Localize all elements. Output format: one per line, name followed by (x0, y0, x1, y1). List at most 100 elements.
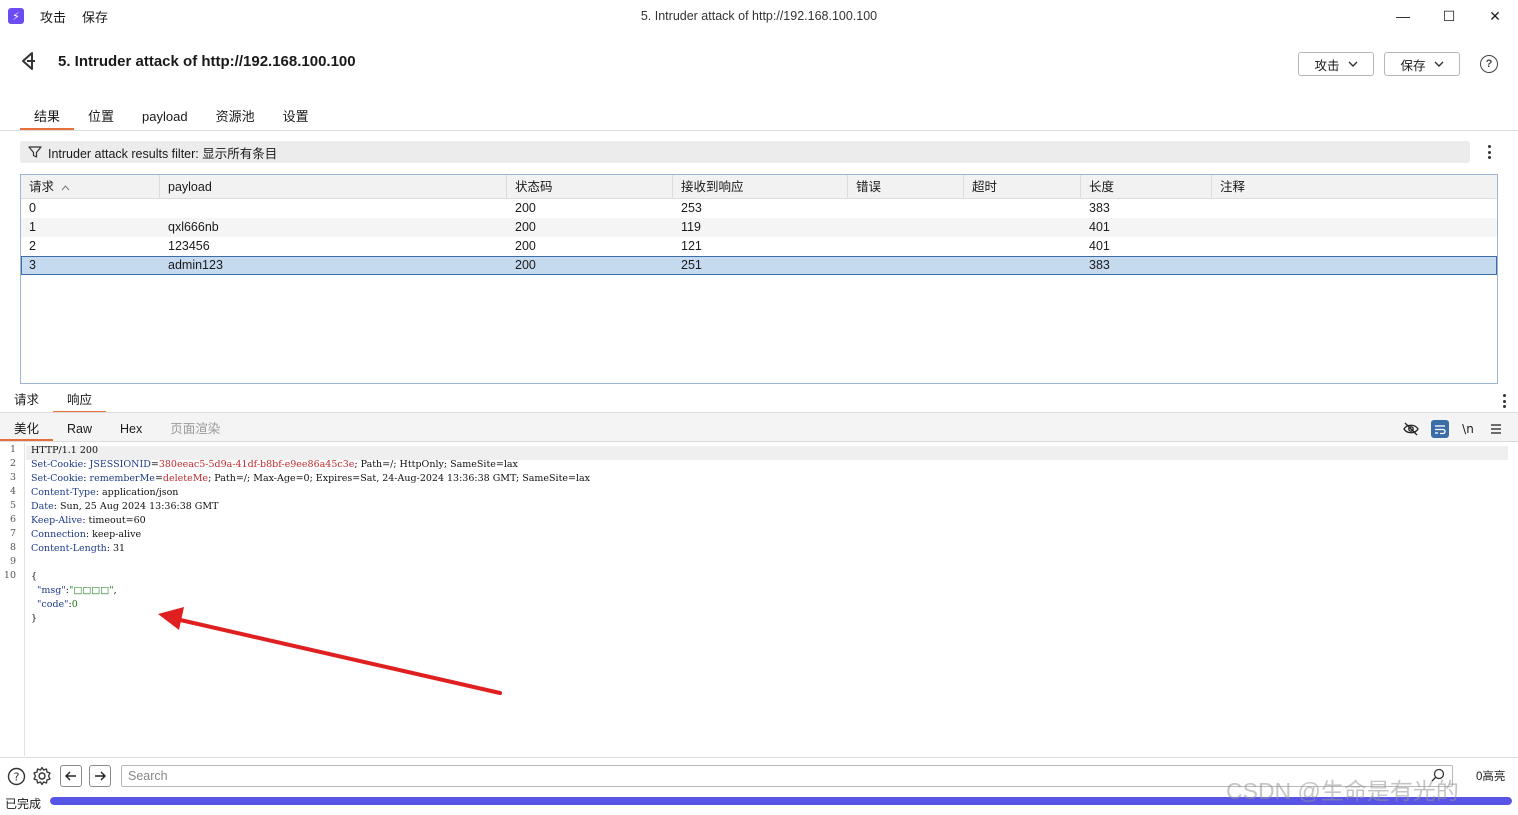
sort-ascending-icon (61, 185, 69, 191)
response-code: HTTP/1.1 200 Set-Cookie: JSESSIONID=380ee… (31, 444, 590, 626)
code-line: Set-Cookie: rememberMe=deleteMe; Path=/;… (31, 472, 590, 486)
message-tabs: 请求 响应 (0, 390, 107, 413)
code-line: HTTP/1.1 200 (31, 444, 590, 458)
tab-settings[interactable]: 设置 (269, 106, 323, 130)
menu-save[interactable]: 保存 (82, 7, 108, 26)
search-input[interactable] (121, 765, 1453, 787)
search-next-button[interactable] (89, 765, 111, 787)
settings-gear-icon[interactable] (32, 766, 52, 786)
cell-request: 1 (29, 220, 36, 234)
attack-dropdown-button[interactable]: 攻击 (1298, 52, 1374, 76)
code-token: } (31, 613, 38, 624)
col-payload[interactable]: payload (160, 175, 507, 198)
close-button[interactable]: ✕ (1472, 0, 1518, 32)
code-token: rememberMe (89, 473, 155, 484)
code-line: Content-Length: 31 (31, 542, 590, 556)
line-number: 6 (9, 514, 16, 525)
col-request[interactable]: 请求 (21, 175, 160, 198)
hide-nonprintable-icon[interactable] (1402, 420, 1420, 438)
tab-results[interactable]: 结果 (20, 106, 75, 130)
table-row[interactable]: 3 admin123 200 251 383 (21, 256, 1497, 275)
tab-response[interactable]: 响应 (53, 390, 107, 413)
tab-request[interactable]: 请求 (0, 390, 53, 412)
attack-header: 5. Intruder attack of http://192.168.100… (0, 32, 1518, 92)
svg-text:?: ? (13, 770, 19, 783)
search-previous-button[interactable] (60, 765, 82, 787)
search-bar: ? (0, 757, 1518, 791)
save-dropdown-button[interactable]: 保存 (1384, 52, 1460, 76)
tab-pretty[interactable]: 美化 (0, 418, 54, 441)
match-count: 0高亮 (1476, 771, 1506, 783)
table-row[interactable]: 1 qxl666nb 200 119 401 (21, 218, 1497, 237)
line-number: 3 (9, 472, 16, 483)
code-token: 380eeac5-5d9a-41df-b8bf-e9ee86a45c3e (158, 459, 355, 470)
code-line: "code":0 (31, 598, 590, 612)
col-timeout[interactable]: 超时 (964, 175, 1081, 198)
filter-text: Intruder attack results filter: 显示所有条目 (48, 146, 278, 161)
results-more-icon[interactable] (1482, 145, 1496, 159)
table-body: 0 200 253 383 1 qxl666nb 200 119 401 2 123456 200 12… (21, 199, 1497, 275)
code-token: : application/json (95, 487, 179, 498)
line-number: 1 (9, 444, 16, 455)
tab-render[interactable]: 页面渲染 (156, 418, 234, 440)
page-title: 5. Intruder attack of http://192.168.100… (58, 53, 356, 70)
col-error[interactable]: 错误 (848, 175, 964, 198)
progress-fill (50, 797, 1512, 805)
help-icon[interactable]: ? (1480, 55, 1498, 73)
minimize-button[interactable]: — (1380, 0, 1426, 32)
code-line: Set-Cookie: JSESSIONID=380eeac5-5d9a-41d… (31, 458, 590, 472)
cell-timeout (964, 237, 1081, 256)
intruder-back-icon[interactable] (18, 50, 40, 72)
code-token: Connection (31, 529, 86, 540)
save-button-label: 保存 (1400, 58, 1426, 73)
tab-positions[interactable]: 位置 (74, 106, 128, 130)
cell-response-received: 121 (681, 239, 702, 253)
cell-error (848, 218, 964, 237)
cell-status-code: 200 (515, 258, 536, 272)
cell-length: 401 (1089, 220, 1110, 234)
arrow-left-icon (65, 771, 76, 781)
tab-resource-pool[interactable]: 资源池 (202, 106, 269, 130)
cell-status-code: 200 (515, 239, 536, 253)
col-length[interactable]: 长度 (1081, 175, 1212, 198)
code-token: Keep-Alive (31, 515, 83, 526)
line-number: 8 (9, 542, 16, 553)
word-wrap-icon[interactable] (1431, 420, 1449, 438)
code-token: "□□□□" (68, 585, 114, 596)
line-number: 4 (9, 486, 16, 497)
col-status-code[interactable]: 状态码 (507, 175, 673, 198)
menu-attack[interactable]: 攻击 (40, 7, 66, 26)
menu-icon[interactable] (1487, 420, 1505, 438)
code-token: = (150, 459, 159, 470)
cell-timeout (964, 218, 1081, 237)
newline-icon[interactable]: \n (1459, 420, 1477, 438)
tab-payload[interactable]: payload (128, 106, 202, 130)
table-row[interactable]: 2 123456 200 121 401 (21, 237, 1497, 256)
table-header: 请求 payload 状态码 接收到响应 错误 超时 长度 注释 (21, 175, 1497, 199)
tab-raw[interactable]: Raw (53, 418, 106, 440)
code-token: JSESSIONID (89, 459, 151, 470)
cell-status-code: 200 (515, 220, 536, 234)
filter-icon (28, 146, 42, 158)
cell-length: 401 (1089, 239, 1110, 253)
code-token: , (113, 585, 117, 596)
response-editor[interactable]: 1 2 3 4 5 6 7 8 9 10 HTTP/1.1 200 Set-Cookie: JSES… (0, 443, 1518, 756)
cell-length: 383 (1089, 258, 1110, 272)
code-token: : Sun, 25 Aug 2024 13:36:38 GMT (53, 501, 219, 512)
attack-tabs: 结果 位置 payload 资源池 设置 (20, 106, 323, 130)
tab-hex[interactable]: Hex (106, 418, 156, 440)
line-number: 9 (9, 556, 16, 567)
help-icon[interactable]: ? (6, 766, 26, 786)
tabs-divider (0, 130, 1518, 131)
code-token: : timeout=60 (82, 515, 146, 526)
table-row[interactable]: 0 200 253 383 (21, 199, 1497, 218)
maximize-button[interactable]: ☐ (1426, 0, 1472, 32)
panel-more-icon[interactable] (1497, 394, 1511, 408)
results-filter-bar[interactable]: Intruder attack results filter: 显示所有条目 (20, 141, 1470, 163)
col-response-received[interactable]: 接收到响应 (673, 175, 848, 198)
code-line: Content-Type: application/json (31, 486, 590, 500)
code-token: : 31 (106, 543, 126, 554)
col-comment[interactable]: 注释 (1212, 175, 1497, 198)
line-number: 7 (9, 528, 16, 539)
